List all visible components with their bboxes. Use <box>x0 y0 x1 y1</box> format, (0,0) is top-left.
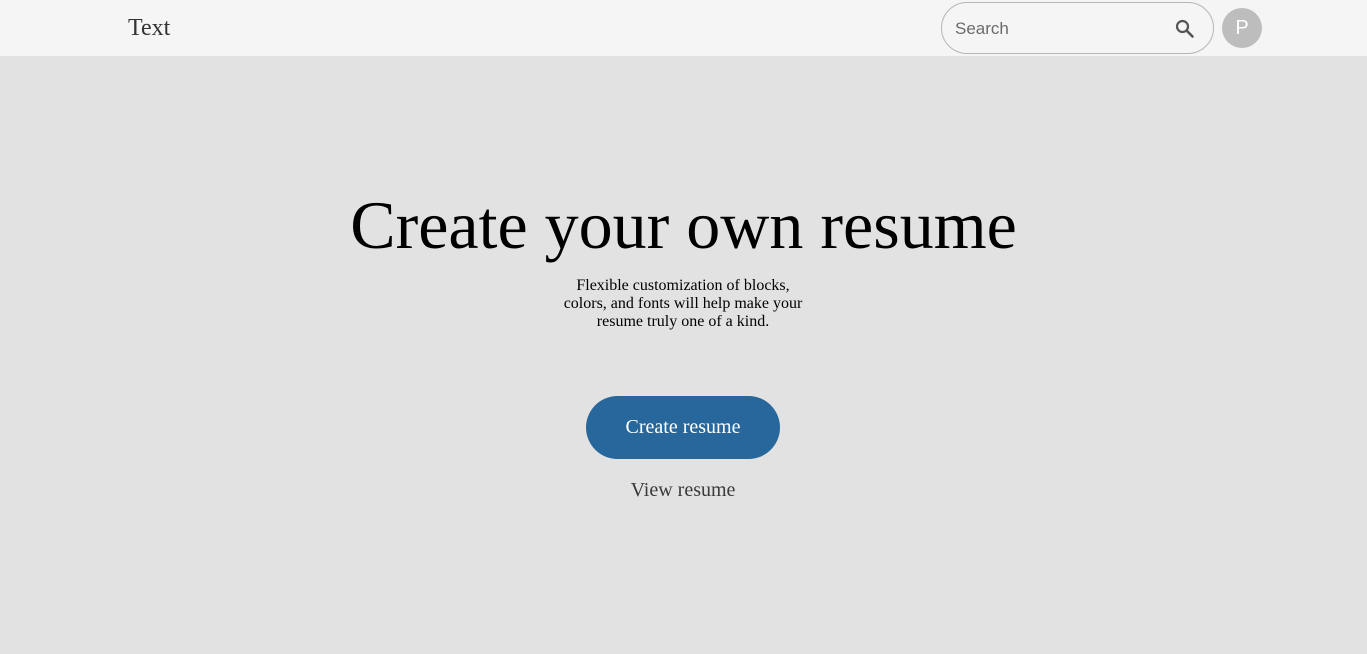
view-resume-link[interactable]: View resume <box>583 477 783 503</box>
avatar[interactable]: P <box>1222 8 1262 48</box>
search-box <box>941 2 1214 54</box>
search-icon[interactable] <box>1173 17 1197 41</box>
top-bar: Text P <box>0 0 1367 56</box>
create-resume-button[interactable]: Create resume <box>586 396 780 459</box>
hero-subtitle: Flexible customization of blocks, colors… <box>563 277 803 330</box>
logo-text[interactable]: Text <box>128 13 170 43</box>
search-input[interactable] <box>955 17 1165 41</box>
page-title: Create your own resume <box>350 187 1017 263</box>
